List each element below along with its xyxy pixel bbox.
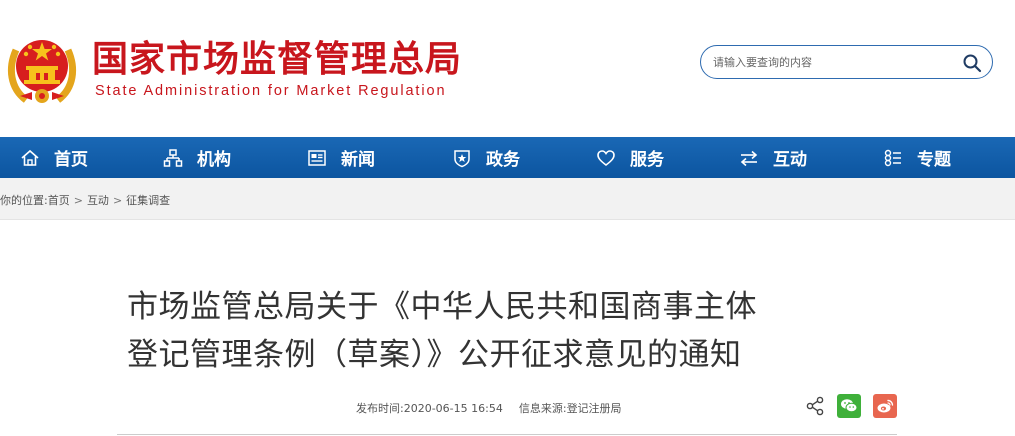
weibo-share-button[interactable] bbox=[873, 394, 897, 418]
article-title-line: 市场监管总局关于《中华人民共和国商事主体 bbox=[127, 289, 757, 325]
share-icon[interactable] bbox=[804, 395, 826, 417]
search-box bbox=[700, 45, 993, 79]
article-divider bbox=[117, 434, 897, 435]
article-title: 市场监管总局关于《中华人民共和国商事主体 登记管理条例（草案）》公开征求意见的通… bbox=[127, 283, 907, 379]
article-meta: 发布时间:2020-06-15 16:54 信息来源:登记注册局 bbox=[356, 400, 622, 416]
nav-item-topics[interactable]: 专题 bbox=[883, 137, 951, 178]
nav-label: 首页 bbox=[54, 150, 88, 170]
nav-item-org[interactable]: 机构 bbox=[163, 137, 231, 178]
source-value: 登记注册局 bbox=[566, 402, 622, 415]
org-chart-icon bbox=[163, 148, 183, 167]
article-title-line: 登记管理条例（草案）》公开征求意见的通知 bbox=[127, 337, 742, 373]
breadcrumb-link-survey[interactable]: 征集调查 bbox=[126, 194, 170, 207]
site-title[interactable]: 国家市场监督管理总局 bbox=[92, 37, 462, 83]
nav-label: 政务 bbox=[486, 150, 520, 170]
main-nav: 首页 机构 新闻 政务 服务 互动 专题 bbox=[0, 137, 1015, 178]
national-emblem-icon[interactable] bbox=[6, 28, 78, 106]
wechat-icon bbox=[841, 399, 858, 413]
nav-item-affairs[interactable]: 政务 bbox=[452, 137, 520, 178]
published-label: 发布时间: bbox=[356, 402, 404, 415]
nav-item-interact[interactable]: 互动 bbox=[739, 137, 807, 178]
government-badge-icon bbox=[454, 149, 470, 167]
breadcrumb-link-home[interactable]: 首页 bbox=[48, 194, 70, 207]
nav-label: 机构 bbox=[197, 150, 231, 170]
heart-icon bbox=[597, 149, 615, 166]
exchange-arrows-icon bbox=[740, 150, 758, 166]
nav-item-service[interactable]: 服务 bbox=[596, 137, 664, 178]
nav-label: 专题 bbox=[917, 150, 951, 170]
nav-label: 新闻 bbox=[341, 150, 375, 170]
breadcrumb-prefix: 你的位置: bbox=[0, 194, 48, 207]
breadcrumb-link-interact[interactable]: 互动 bbox=[87, 194, 109, 207]
site-subtitle-english: State Administration for Market Regulati… bbox=[95, 83, 447, 99]
nav-label: 服务 bbox=[630, 150, 664, 170]
breadcrumb-separator: > bbox=[73, 194, 83, 207]
breadcrumb-separator: > bbox=[112, 194, 123, 207]
nav-item-home[interactable]: 首页 bbox=[20, 137, 88, 178]
nav-item-news[interactable]: 新闻 bbox=[307, 137, 375, 178]
news-icon bbox=[308, 149, 326, 166]
weibo-icon bbox=[877, 399, 894, 413]
wechat-share-button[interactable] bbox=[837, 394, 861, 418]
breadcrumb-bar: 你的位置:首页 > 互动 > 征集调查 bbox=[0, 178, 1015, 220]
published-value: 2020-06-15 16:54 bbox=[403, 402, 503, 415]
breadcrumb: 你的位置:首页 > 互动 > 征集调查 bbox=[0, 192, 170, 208]
home-icon bbox=[21, 149, 39, 166]
source-label: 信息来源: bbox=[518, 402, 567, 415]
site-header: 国家市场监督管理总局 State Administration for Mark… bbox=[0, 0, 1015, 137]
search-input[interactable] bbox=[711, 52, 951, 72]
share-bar bbox=[804, 394, 907, 418]
nav-label: 互动 bbox=[773, 150, 807, 170]
search-icon[interactable] bbox=[962, 53, 982, 73]
topic-grid-icon bbox=[884, 149, 901, 166]
